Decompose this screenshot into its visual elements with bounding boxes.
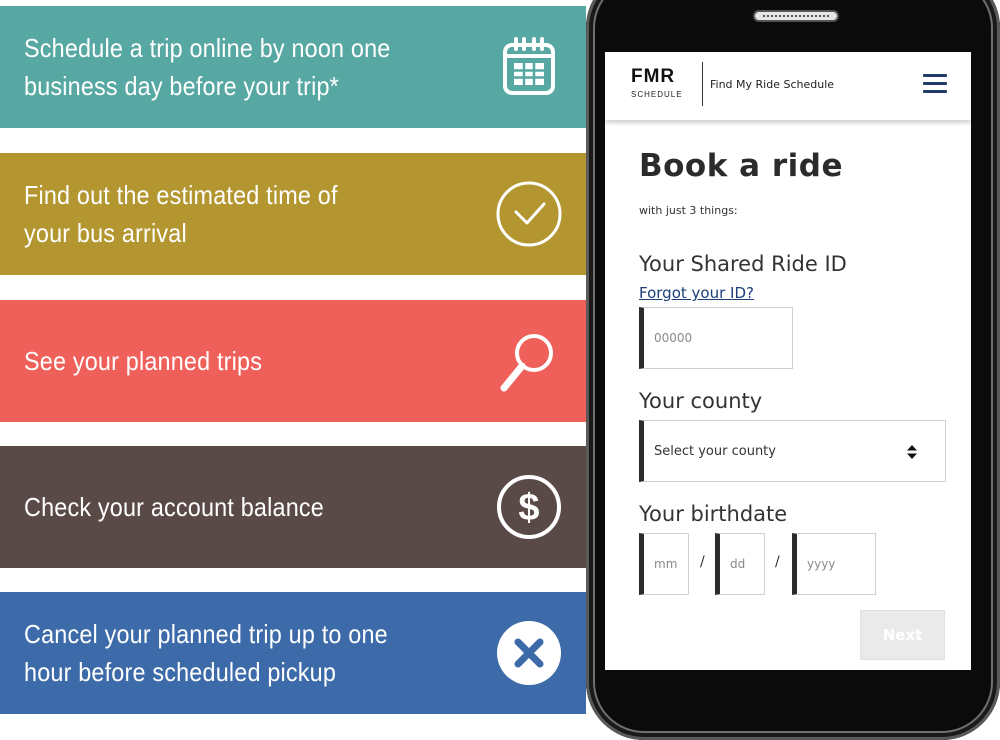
- county-select[interactable]: Select your county: [639, 420, 946, 482]
- close-icon: [494, 618, 564, 688]
- feature-text: Cancel your planned trip up to one hour …: [24, 619, 388, 687]
- calendar-icon: [494, 32, 564, 102]
- svg-text:$: $: [518, 487, 539, 529]
- page-subtitle: with just 3 things:: [639, 204, 738, 217]
- logo-divider: [702, 62, 703, 106]
- feature-banner-schedule: Schedule a trip online by noon one busin…: [0, 6, 586, 128]
- id-placeholder: 00000: [654, 331, 693, 345]
- phone-screen: FMR SCHEDULE Find My Ride Schedule Book …: [605, 52, 971, 670]
- app-logo-subtitle: SCHEDULE: [631, 90, 683, 99]
- date-separator: /: [775, 554, 780, 570]
- feature-banner-arrival: Find out the estimated time of your bus …: [0, 153, 586, 275]
- app-logo[interactable]: FMR: [631, 66, 675, 88]
- feature-banner-balance: Check your account balance $: [0, 446, 586, 568]
- header-title: Find My Ride Schedule: [710, 78, 835, 91]
- mm-placeholder: mm: [654, 557, 678, 571]
- birthdate-label: Your birthdate: [639, 502, 788, 526]
- clock-icon: [494, 179, 564, 249]
- birth-month-input[interactable]: mm: [639, 533, 689, 595]
- county-selected-value: Select your county: [654, 443, 776, 459]
- feature-banner-planned: See your planned trips: [0, 300, 586, 422]
- next-button[interactable]: Next: [860, 610, 945, 660]
- phone-speaker: [753, 10, 839, 22]
- feature-text: See your planned trips: [24, 346, 263, 376]
- magnifier-icon: [494, 326, 564, 396]
- birth-year-input[interactable]: yyyy: [792, 533, 876, 595]
- county-label: Your county: [639, 389, 763, 413]
- yyyy-placeholder: yyyy: [807, 557, 836, 571]
- shared-ride-id-input[interactable]: 00000: [639, 307, 793, 369]
- feature-text: Find out the estimated time of your bus …: [24, 180, 338, 248]
- birth-day-input[interactable]: dd: [715, 533, 765, 595]
- dd-placeholder: dd: [730, 557, 746, 571]
- page-title: Book a ride: [639, 148, 843, 184]
- feature-banner-cancel: Cancel your planned trip up to one hour …: [0, 592, 586, 714]
- select-caret-icon: [907, 445, 917, 459]
- feature-text: Check your account balance: [24, 492, 324, 522]
- forgot-id-link[interactable]: Forgot your ID?: [639, 284, 754, 302]
- app-header: FMR SCHEDULE Find My Ride Schedule: [605, 52, 971, 120]
- dollar-icon: $: [494, 472, 564, 542]
- shared-ride-id-label: Your Shared Ride ID: [639, 252, 847, 276]
- feature-text: Schedule a trip online by noon one busin…: [24, 33, 391, 101]
- hamburger-menu-icon[interactable]: [923, 74, 947, 94]
- date-separator: /: [700, 554, 705, 570]
